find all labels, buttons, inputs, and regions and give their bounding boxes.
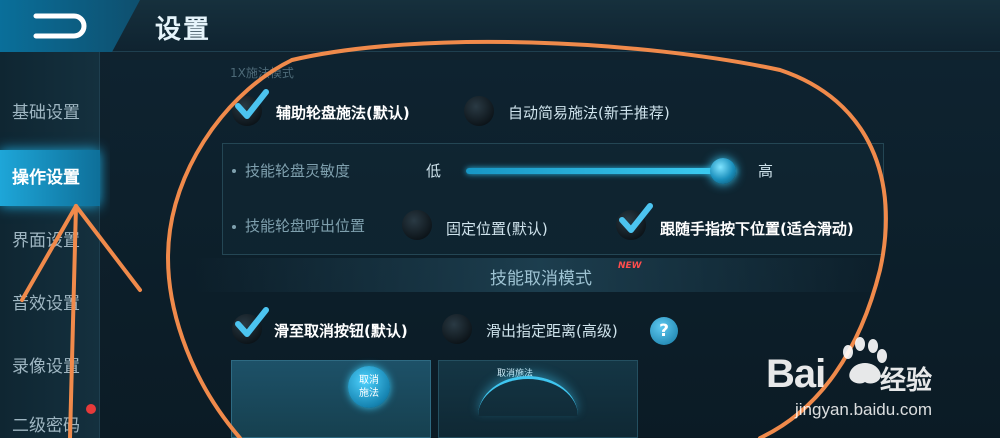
wheel-position-label: 技能轮盘呼出位置 xyxy=(245,217,366,235)
cancel-button-checkbox[interactable] xyxy=(232,307,269,344)
cancel-distance-label[interactable]: 滑出指定距离(高级) xyxy=(486,320,618,341)
back-arrow-icon xyxy=(33,13,87,39)
cancel-button-preview[interactable] xyxy=(231,360,431,438)
sidebar-item-replay[interactable]: 录像设置 xyxy=(0,339,100,395)
cast-mode-header: 1X施法模式 xyxy=(230,66,294,80)
auto-cast-label[interactable]: 自动简易施法(新手推荐) xyxy=(508,102,670,123)
checkmark-icon xyxy=(619,203,653,233)
sensitivity-label: 技能轮盘灵敏度 xyxy=(245,162,351,180)
cancel-button-label[interactable]: 滑至取消按钮(默认) xyxy=(274,320,408,341)
follow-finger-checkbox[interactable] xyxy=(616,203,653,240)
checkmark-icon xyxy=(235,307,269,337)
sidebar-item-password[interactable]: 二级密码 xyxy=(0,398,100,438)
cancel-mode-title: 技能取消模式 xyxy=(490,269,592,289)
cancel-distance-radio[interactable] xyxy=(442,314,472,344)
assist-cast-checkbox[interactable] xyxy=(232,89,269,126)
new-badge: NEW xyxy=(618,261,642,271)
watermark-brand-cn: 经验 xyxy=(880,366,933,396)
checkmark-icon xyxy=(235,89,269,119)
fixed-position-radio[interactable] xyxy=(402,210,432,240)
assist-cast-label[interactable]: 辅助轮盘施法(默认) xyxy=(276,102,410,123)
page-title: 设置 xyxy=(155,15,212,45)
bullet-icon xyxy=(232,169,236,173)
watermark-url: jingyan.baidu.com xyxy=(795,400,933,419)
cancel-cast-text: 取消 施法 xyxy=(359,375,379,399)
notification-dot xyxy=(86,404,96,414)
follow-finger-label[interactable]: 跟随手指按下位置(适合滑动) xyxy=(660,218,854,239)
help-icon[interactable]: ? xyxy=(650,317,678,345)
sidebar-item-controls[interactable]: 操作设置 xyxy=(0,150,100,206)
fixed-position-label[interactable]: 固定位置(默认) xyxy=(446,218,548,239)
top-bar: 设置 xyxy=(0,0,1000,52)
sensitivity-slider-track[interactable] xyxy=(466,168,736,174)
back-button[interactable] xyxy=(0,0,140,52)
sidebar-item-basic[interactable]: 基础设置 xyxy=(0,85,100,141)
sidebar-item-sound[interactable]: 音效设置 xyxy=(0,276,100,332)
sensitivity-slider-knob[interactable] xyxy=(709,158,736,184)
bullet-icon xyxy=(232,225,236,229)
cancel-cast-button-preview: 取消 施法 xyxy=(348,366,390,408)
auto-cast-radio[interactable] xyxy=(464,96,494,126)
sensitivity-low-label: 低 xyxy=(426,162,442,180)
watermark-brand: Bai xyxy=(766,352,826,396)
settings-screen: 设置 基础设置 操作设置 界面设置 音效设置 录像设置 二级密码 1X施法模式 … xyxy=(0,0,1000,438)
sensitivity-high-label: 高 xyxy=(758,162,774,180)
sidebar-item-interface[interactable]: 界面设置 xyxy=(0,213,100,269)
